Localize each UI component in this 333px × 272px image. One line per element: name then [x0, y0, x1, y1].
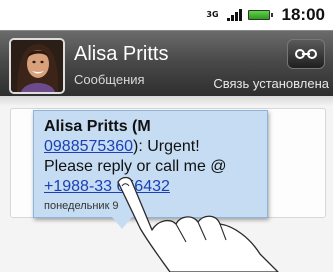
status-bar: 3G 18:00: [0, 0, 333, 30]
sender-number-link[interactable]: 0988575360: [44, 138, 133, 155]
message-phone-line: +1988-33 656432: [44, 177, 257, 197]
connection-status: Связь установлена: [213, 76, 329, 91]
text-magnifier-bubble: Alisa Pritts (M 0988575360): Urgent! Ple…: [33, 110, 268, 218]
conversation-header: Alisa Pritts Сообщения Связь установлена: [0, 30, 333, 96]
list-top-shadow: [0, 96, 333, 106]
connection-link-button[interactable]: [287, 39, 325, 69]
status-clock: 18:00: [281, 5, 325, 24]
phone-number-link[interactable]: +1988-33 656432: [44, 178, 170, 195]
message-line-2: 0988575360): Urgent!: [44, 137, 257, 157]
signal-strength-icon: [226, 9, 242, 21]
message-sender: Alisa Pritts (M: [44, 118, 151, 135]
message-sender-line: Alisa Pritts (M: [44, 117, 257, 137]
message-text-after-number: ): Urgent!: [132, 138, 200, 155]
network-type-indicator: 3G: [206, 10, 219, 19]
battery-icon: [247, 10, 273, 20]
message-body-line: Please reply or call me @: [44, 158, 227, 175]
header-subtitle: Сообщения: [74, 72, 145, 87]
contact-avatar[interactable]: [9, 38, 65, 94]
link-icon: [295, 49, 317, 59]
magnifier-pointer: [112, 217, 132, 229]
contact-name: Alisa Pritts: [74, 43, 169, 65]
message-timestamp: понедельник 9: [44, 200, 119, 212]
